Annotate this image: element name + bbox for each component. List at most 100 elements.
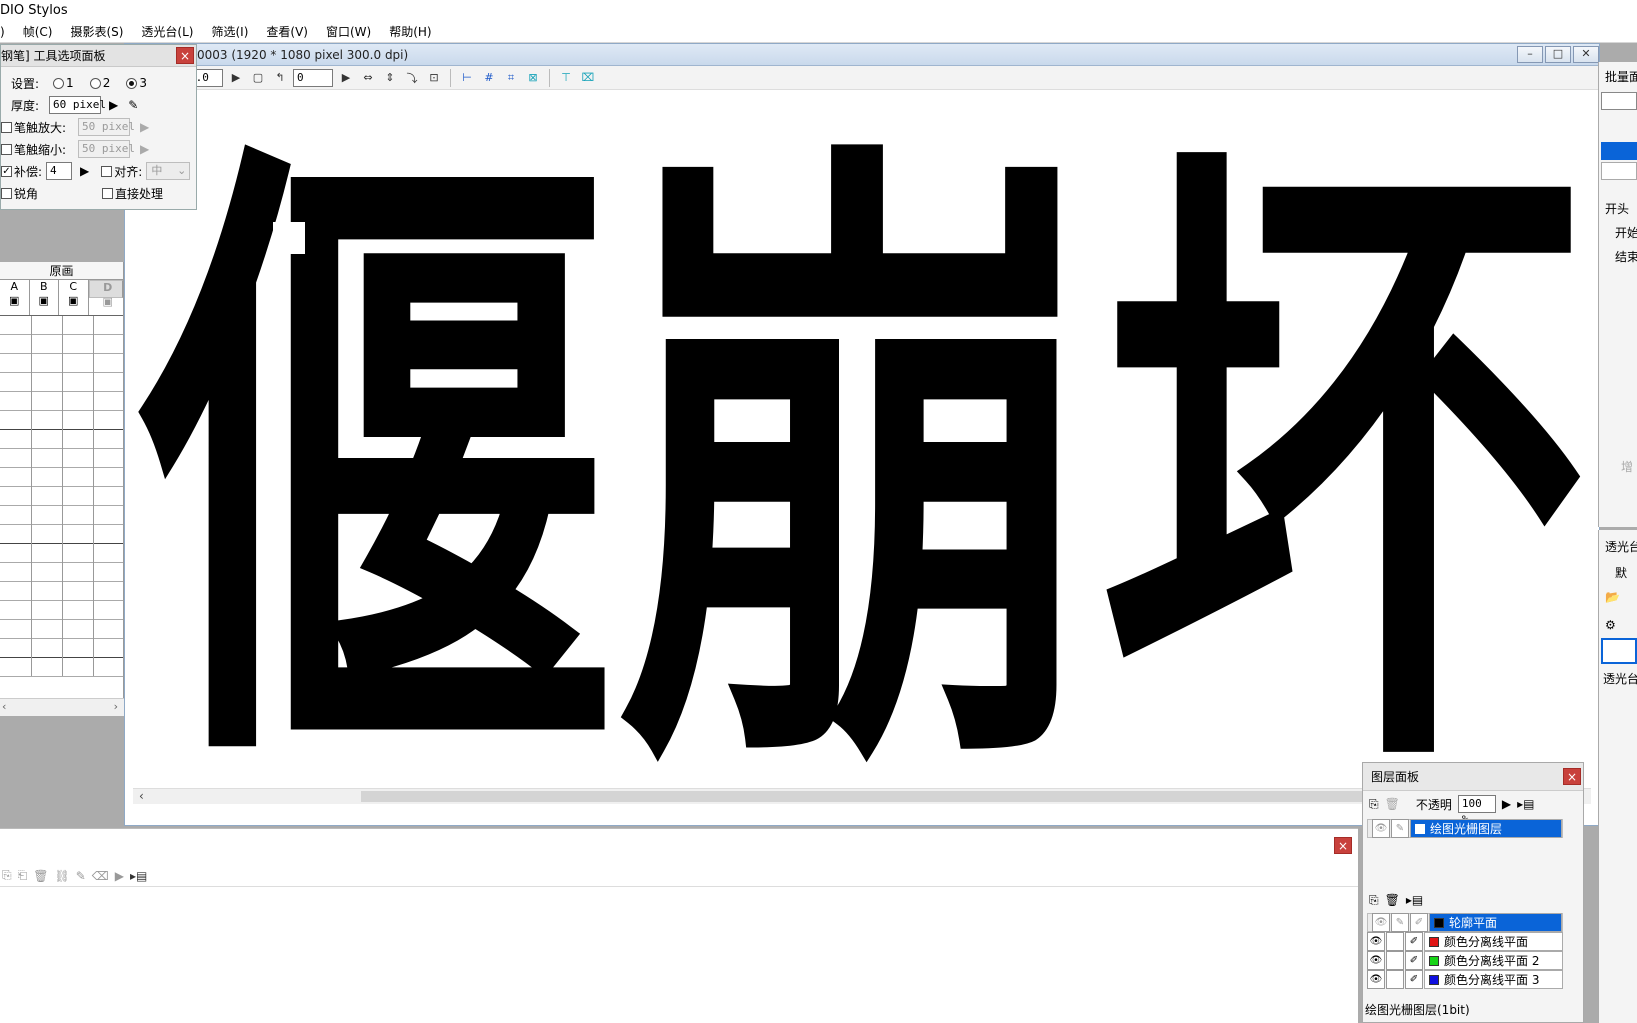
link-icon[interactable]: ⛓ (54, 869, 69, 883)
plane-row[interactable]: 👁 ✐ 颜色分离线平面 2 (1367, 951, 1563, 970)
play-icon[interactable]: ▶ (115, 869, 124, 883)
pen-pressure-icon[interactable]: ✎ (128, 98, 138, 112)
pen-icon[interactable]: ✐ (1405, 932, 1423, 951)
control-point[interactable] (1501, 602, 1533, 634)
eye-icon[interactable]: 👁 (1367, 932, 1385, 951)
pen-icon[interactable]: ✐ (1405, 951, 1423, 970)
maximize-button[interactable]: □ (1545, 46, 1571, 63)
batch-item-selected[interactable] (1601, 142, 1637, 160)
delete-icon[interactable]: 🗑 (33, 869, 48, 883)
timesheet-column-a[interactable]: A ▣ (0, 280, 30, 315)
scroll-left-icon[interactable]: ‹ (2, 700, 6, 713)
brush-icon[interactable]: ✎ (76, 869, 86, 883)
pen-icon[interactable]: ✐ (1405, 970, 1423, 989)
fit-height-icon[interactable]: ⇕ (381, 69, 399, 87)
opacity-input[interactable]: 100 % (1457, 795, 1496, 826)
menu-item-view[interactable]: 查看(V) (257, 21, 317, 43)
batch-item[interactable] (1601, 162, 1637, 180)
folder-icon[interactable]: 📂 (1605, 590, 1620, 604)
eraser-icon[interactable]: ⌫ (92, 869, 109, 883)
pen-enlarge-arrow-icon[interactable]: ▶ (140, 120, 149, 134)
compensation-checkbox[interactable]: ✓ (1, 165, 12, 177)
preset-radio-3[interactable] (126, 77, 138, 89)
menu-item-file[interactable]: ) (0, 21, 14, 43)
ruler-icon[interactable]: ⊢ (458, 69, 476, 87)
align-checkbox[interactable] (101, 165, 113, 177)
paste-icon[interactable]: ⎗ (18, 868, 28, 883)
menu-item-sheet[interactable]: 摄影表(S) (61, 21, 132, 43)
timesheet-column-d[interactable]: D ▣ (88, 280, 123, 308)
close-window-button[interactable]: ✕ (1573, 46, 1599, 63)
panel-menu-icon[interactable]: ▸▤ (130, 869, 147, 883)
panel-menu-icon[interactable]: ▸▤ (1406, 893, 1423, 907)
compensation-arrow-icon[interactable]: ▶ (80, 164, 89, 178)
scroll-right-icon[interactable]: › (114, 700, 118, 713)
eye-icon[interactable]: 👁 (1367, 970, 1385, 989)
panel-menu-icon[interactable]: ▸▤ (1517, 797, 1534, 811)
menu-item-help[interactable]: 帮助(H) (380, 21, 440, 43)
flip-icon[interactable]: ⤵ (403, 69, 421, 87)
close-icon[interactable]: × (176, 47, 194, 64)
delete-layer-icon[interactable]: 🗑 (1385, 797, 1400, 811)
menu-item-lightbox[interactable]: 透光台(L) (132, 21, 202, 43)
align-select[interactable]: 中 ⌄ (146, 162, 191, 180)
close-icon[interactable]: × (1563, 768, 1581, 785)
menu-item-filter[interactable]: 筛选(I) (202, 21, 257, 43)
preset-radio-1[interactable] (53, 77, 65, 89)
plane-row[interactable]: 👁 ✎ ✐ 轮廓平面 (1367, 913, 1563, 932)
eye-icon[interactable]: 👁 (1372, 913, 1390, 932)
close-icon[interactable]: × (1334, 837, 1352, 854)
new-layer-icon[interactable]: ⎘ (1369, 797, 1379, 812)
compensation-input[interactable]: 4 (46, 162, 73, 180)
angle-input[interactable]: 0 (293, 68, 333, 87)
center-icon[interactable]: ⊡ (425, 69, 443, 87)
thickness-arrow-icon[interactable]: ▶ (109, 98, 118, 112)
timesheet-column-b[interactable]: B ▣ (30, 280, 59, 315)
control-point[interactable] (273, 222, 305, 254)
rotate-icon[interactable]: ↰ (271, 69, 289, 87)
lock-icon[interactable] (1386, 970, 1404, 989)
timesheet-grid[interactable] (0, 316, 123, 677)
batch-input[interactable] (1601, 92, 1637, 110)
sharp-corner-checkbox[interactable] (1, 187, 12, 199)
delete-plane-icon[interactable]: 🗑 (1385, 893, 1400, 907)
fit-width-icon[interactable]: ⇔ (359, 69, 377, 87)
eye-icon[interactable]: 👁 (1367, 951, 1385, 970)
column-toggle-icon[interactable]: ▣ (0, 294, 29, 308)
opacity-arrow-icon[interactable]: ▶ (1502, 797, 1511, 811)
pen-shrink-arrow-icon[interactable]: ▶ (140, 142, 149, 156)
zoom-arrow-icon[interactable]: ▶ (227, 69, 245, 87)
pen-shrink-input[interactable]: 50 pixel (78, 140, 135, 158)
page-icon[interactable]: ▢ (249, 69, 267, 87)
scroll-thumb[interactable] (361, 791, 1391, 802)
grid-fine-icon[interactable]: ⌗ (502, 69, 520, 87)
layer-row-raster[interactable]: 👁 ✎ 绘图光栅图层 (1367, 819, 1563, 838)
lock-icon[interactable]: ✎ (1391, 819, 1409, 838)
timesheet-scrollbar[interactable]: ‹ › (0, 698, 124, 716)
angle-arrow-icon[interactable]: ▶ (337, 69, 355, 87)
menu-item-window[interactable]: 窗口(W) (317, 21, 380, 43)
eye-icon[interactable]: 👁 (1372, 819, 1390, 838)
pen-shrink-checkbox[interactable] (1, 143, 12, 155)
new-plane-icon[interactable]: ⎘ (1369, 893, 1379, 908)
control-point[interactable] (888, 187, 920, 219)
scroll-left-icon[interactable]: ‹ (139, 789, 144, 804)
drawing-canvas[interactable]: 偃崩坏 ‹ (133, 92, 1591, 804)
lightbox-item-selected[interactable] (1601, 638, 1637, 664)
pen-enlarge-input[interactable]: 50 pixel (78, 118, 135, 136)
column-toggle-icon[interactable]: ▣ (59, 294, 88, 308)
settings-icon[interactable]: ⚙ (1605, 618, 1616, 632)
pen-icon[interactable]: ✐ (1410, 913, 1428, 932)
frame-guide-icon[interactable]: ⌧ (579, 69, 597, 87)
plane-row[interactable]: 👁 ✐ 颜色分离线平面 (1367, 932, 1563, 951)
lock-icon[interactable]: ✎ (1391, 913, 1409, 932)
timesheet-column-c[interactable]: C ▣ (59, 280, 89, 315)
preset-radio-2[interactable] (89, 77, 101, 89)
minimize-button[interactable]: – (1517, 46, 1543, 63)
copy-icon[interactable]: ⎘ (2, 868, 12, 883)
guide-icon[interactable]: ⊤ (557, 69, 575, 87)
direct-process-checkbox[interactable] (102, 187, 114, 199)
lock-icon[interactable] (1386, 951, 1404, 970)
column-toggle-icon[interactable]: ▣ (30, 294, 59, 308)
lock-icon[interactable] (1386, 932, 1404, 951)
